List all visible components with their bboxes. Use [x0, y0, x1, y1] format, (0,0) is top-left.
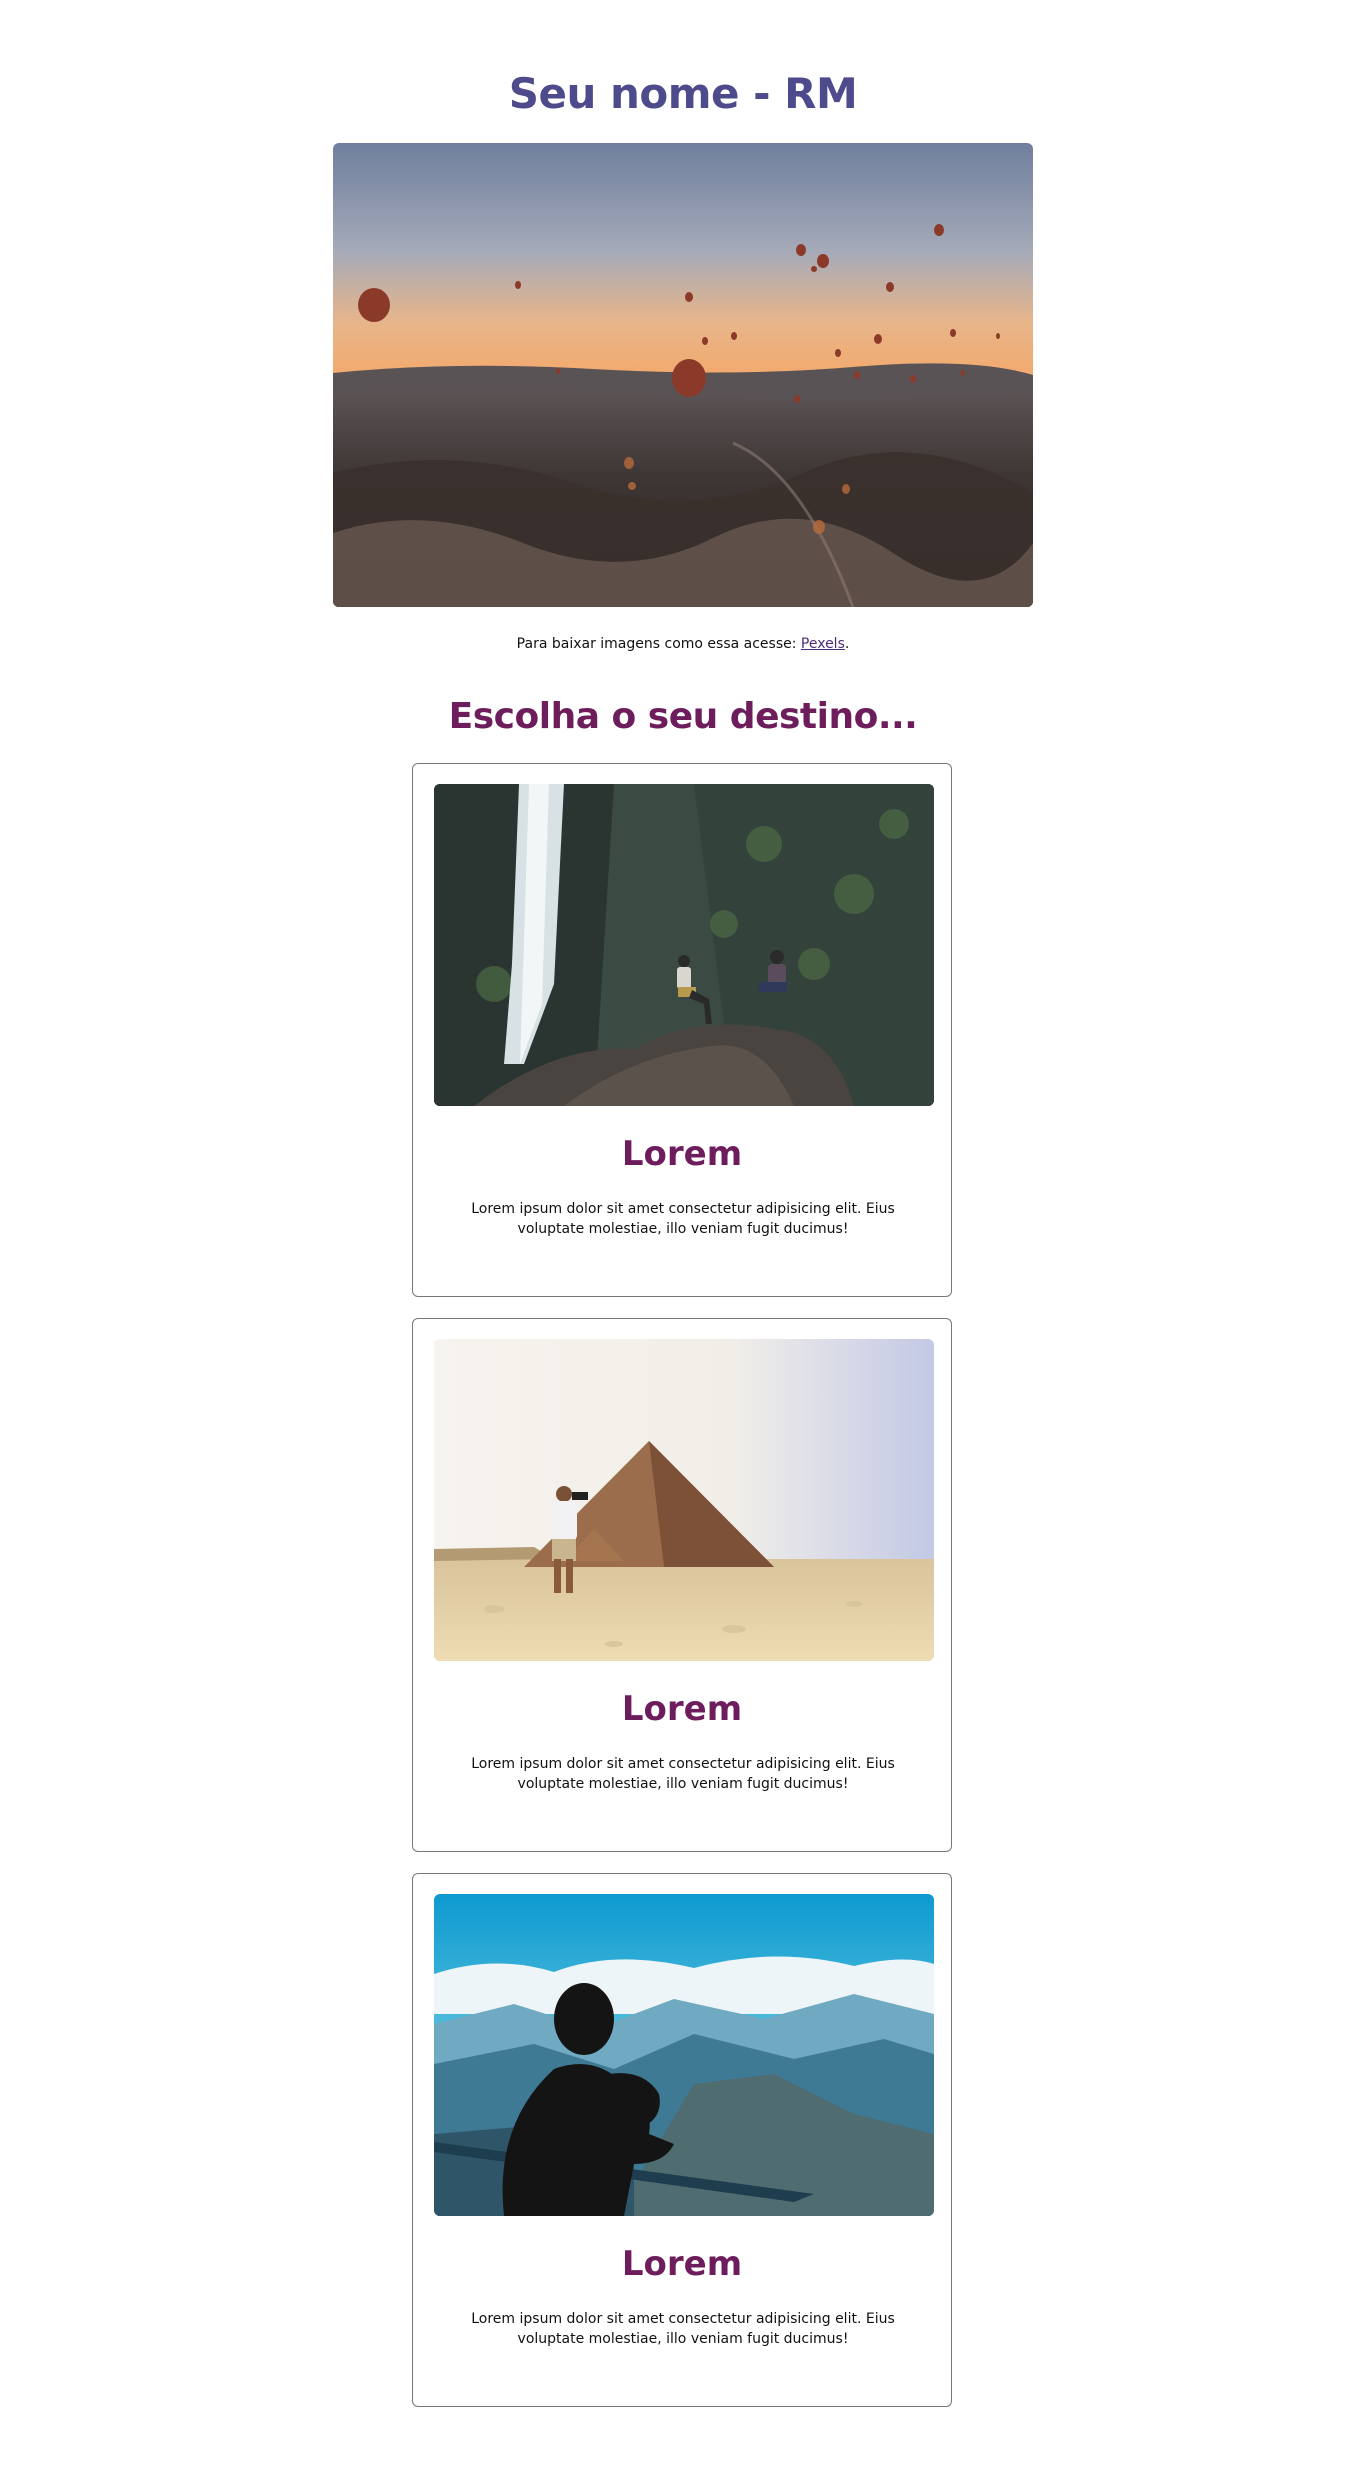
destinations-title: Escolha o seu destino... [448, 696, 918, 737]
mountain-view-image [434, 1894, 934, 2216]
destination-card: Lorem Lorem ipsum dolor sit amet consect… [412, 763, 952, 1297]
card-description: Lorem ipsum dolor sit amet consectetur a… [471, 1756, 895, 1792]
card-image [434, 1339, 934, 1661]
card-image [434, 784, 934, 1106]
destination-card: Lorem Lorem ipsum dolor sit amet consect… [412, 1873, 952, 2407]
destination-card: Lorem Lorem ipsum dolor sit amet consect… [412, 1318, 952, 1852]
caption-text: Para baixar imagens como essa acesse: [516, 636, 801, 652]
waterfall-image [434, 784, 934, 1106]
page: Seu nome - RM Para baixar imagens como e… [0, 0, 1366, 2478]
page-title: Seu nome - RM [508, 69, 858, 118]
pexels-link[interactable]: Pexels [801, 636, 845, 652]
hot-air-balloons-image [333, 143, 1033, 607]
card-title: Lorem [621, 1689, 743, 1729]
hero-image [333, 143, 1033, 607]
card-description: Lorem ipsum dolor sit amet consectetur a… [471, 2311, 895, 2347]
card-title: Lorem [621, 1134, 743, 1174]
card-image [434, 1894, 934, 2216]
hero-caption: Para baixar imagens como essa acesse: Pe… [0, 634, 1366, 654]
pyramids-image [434, 1339, 934, 1661]
card-title: Lorem [621, 2244, 743, 2284]
card-description: Lorem ipsum dolor sit amet consectetur a… [471, 1201, 895, 1237]
caption-suffix: . [844, 636, 850, 652]
